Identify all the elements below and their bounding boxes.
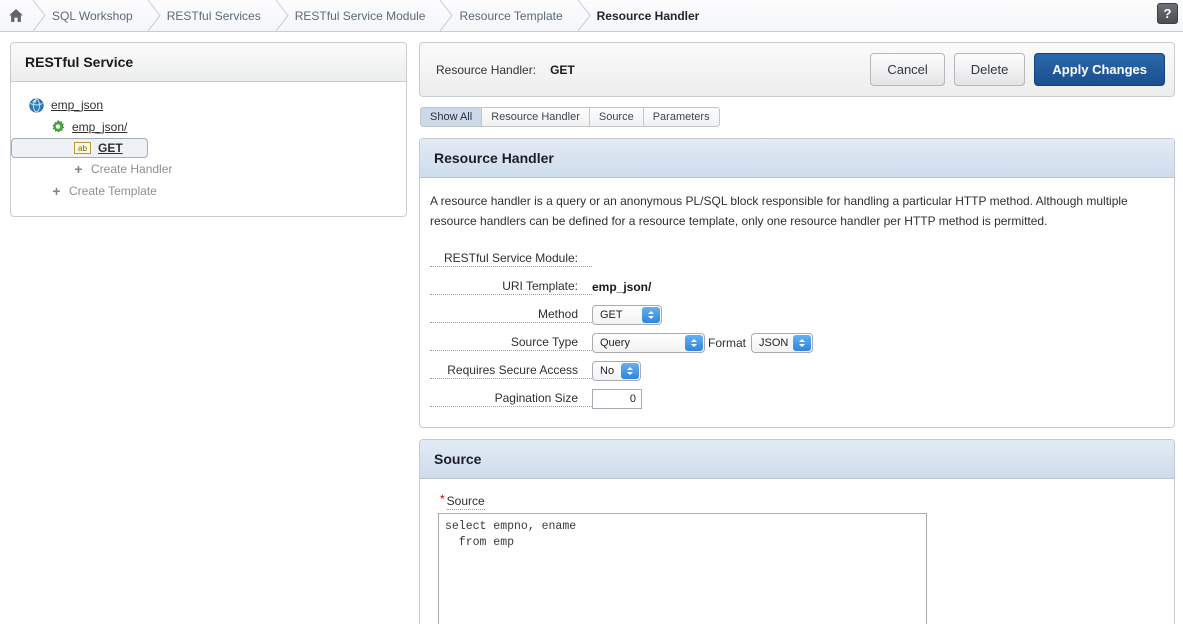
tree-node-label[interactable]: emp_json/ (72, 120, 127, 134)
chevron-updown-icon (642, 307, 660, 323)
gear-icon (52, 120, 65, 133)
action-bar: Resource Handler: GET Cancel Delete Appl… (419, 42, 1175, 97)
tab-show-all[interactable]: Show All (420, 107, 482, 127)
apply-changes-button[interactable]: Apply Changes (1034, 53, 1165, 86)
breadcrumb-separator-icon (147, 0, 161, 31)
uri-template-value: emp_json/ (592, 280, 652, 294)
tree-action-label[interactable]: Create Template (69, 184, 157, 198)
home-icon (9, 9, 23, 22)
source-region-body: * Source select empno, ename from emp (420, 479, 1174, 624)
restful-service-tree-panel: RESTful Service emp_json emp_json/ ab GE… (10, 42, 407, 217)
field-row-secure-access: Requires Secure Access No (430, 357, 1160, 385)
breadcrumb-item-restful-service-module[interactable]: RESTful Service Module (275, 0, 440, 31)
tree-action-label[interactable]: Create Handler (91, 162, 172, 176)
tree-node-emp-json-template[interactable]: emp_json/ (11, 116, 406, 138)
breadcrumb-item-sql-workshop[interactable]: SQL Workshop (32, 0, 147, 31)
source-type-select-value: Query (600, 337, 630, 349)
field-row-pagination-size: Pagination Size (430, 385, 1160, 413)
tree-panel-title: RESTful Service (11, 43, 406, 82)
source-type-group: Query Format JSON (592, 333, 814, 353)
pagination-size-input[interactable] (592, 389, 642, 409)
resource-handler-description: A resource handler is a query or an anon… (430, 194, 1128, 228)
source-type-select[interactable]: Query (592, 333, 705, 353)
tab-parameters[interactable]: Parameters (642, 107, 720, 127)
pagination-size-label: Pagination Size (430, 391, 592, 407)
source-region: Source * Source select empno, ename from… (419, 439, 1175, 624)
format-select-value: JSON (759, 337, 789, 349)
method-label: Method (430, 307, 592, 323)
breadcrumb-separator-icon (275, 0, 289, 31)
source-label-wrap: * Source (440, 492, 1160, 510)
source-type-label: Source Type (430, 335, 592, 351)
breadcrumb-bar: SQL Workshop RESTful Services RESTful Se… (0, 0, 1183, 32)
breadcrumb-item-resource-handler: Resource Handler (577, 0, 714, 31)
format-select[interactable]: JSON (751, 333, 814, 353)
field-row-method: Method GET (430, 301, 1160, 329)
resource-handler-region: Resource Handler A resource handler is a… (419, 138, 1175, 428)
secure-access-label: Requires Secure Access (430, 363, 592, 379)
breadcrumb-separator-icon (440, 0, 454, 31)
breadcrumb-label: SQL Workshop (52, 8, 133, 23)
plus-icon: + (74, 161, 83, 177)
action-bar-value: GET (550, 62, 575, 77)
chevron-updown-icon (621, 363, 639, 379)
secure-access-select[interactable]: No (592, 361, 641, 381)
tree-node-label[interactable]: GET (98, 141, 123, 155)
field-row-source-type: Source Type Query Format JSON (430, 329, 1160, 357)
source-region-title: Source (420, 440, 1174, 479)
plus-icon: + (52, 183, 61, 199)
ab-icon: ab (74, 142, 91, 154)
cancel-button[interactable]: Cancel (870, 53, 945, 86)
resource-handler-region-title: Resource Handler (420, 139, 1174, 178)
tree-node-emp-json[interactable]: emp_json (11, 94, 406, 116)
field-row-module: RESTful Service Module: (430, 245, 1160, 273)
tree-node-label[interactable]: emp_json (51, 98, 103, 112)
chevron-updown-icon (793, 335, 812, 351)
method-select[interactable]: GET (592, 305, 662, 325)
tree-action-create-template[interactable]: + Create Template (11, 180, 406, 202)
secure-access-select-value: No (600, 365, 615, 377)
format-label: Format (708, 336, 747, 350)
method-select-value: GET (600, 309, 623, 321)
breadcrumb-item-resource-template[interactable]: Resource Template (439, 0, 576, 31)
source-label: Source (446, 494, 485, 510)
globe-icon (29, 97, 44, 113)
breadcrumb-label: Resource Template (459, 8, 563, 23)
main-content: Resource Handler: GET Cancel Delete Appl… (419, 42, 1175, 624)
resource-handler-region-body: A resource handler is a query or an anon… (420, 178, 1174, 427)
help-button[interactable]: ? (1157, 3, 1178, 24)
breadcrumb-separator-icon (577, 0, 591, 31)
breadcrumb-label: RESTful Service Module (294, 8, 426, 23)
breadcrumb-separator-icon (32, 0, 46, 31)
field-row-uri-template: URI Template: emp_json/ (430, 273, 1160, 301)
tree-action-create-handler[interactable]: + Create Handler (11, 158, 406, 180)
breadcrumb-label: RESTful Services (166, 8, 261, 23)
chevron-updown-icon (685, 335, 703, 351)
delete-button[interactable]: Delete (953, 53, 1026, 86)
tab-source[interactable]: Source (588, 107, 643, 127)
tree-node-get[interactable]: ab GET (11, 138, 148, 158)
page-body: RESTful Service emp_json emp_json/ ab GE… (0, 32, 1183, 624)
breadcrumb-item-restful-services[interactable]: RESTful Services (147, 0, 275, 31)
tab-resource-handler[interactable]: Resource Handler (481, 107, 589, 127)
tree-node-list: emp_json emp_json/ ab GET + Create Handl… (11, 82, 406, 216)
source-code-textarea[interactable]: select empno, ename from emp (438, 513, 927, 624)
tab-bar: Show All Resource Handler Source Paramet… (420, 107, 1175, 127)
breadcrumb-label: Resource Handler (596, 8, 700, 23)
action-bar-label: Resource Handler: (436, 62, 537, 77)
module-label: RESTful Service Module: (430, 251, 592, 267)
breadcrumb-home-button[interactable] (0, 8, 32, 23)
uri-template-label: URI Template: (430, 279, 592, 295)
required-marker-icon: * (440, 492, 445, 506)
